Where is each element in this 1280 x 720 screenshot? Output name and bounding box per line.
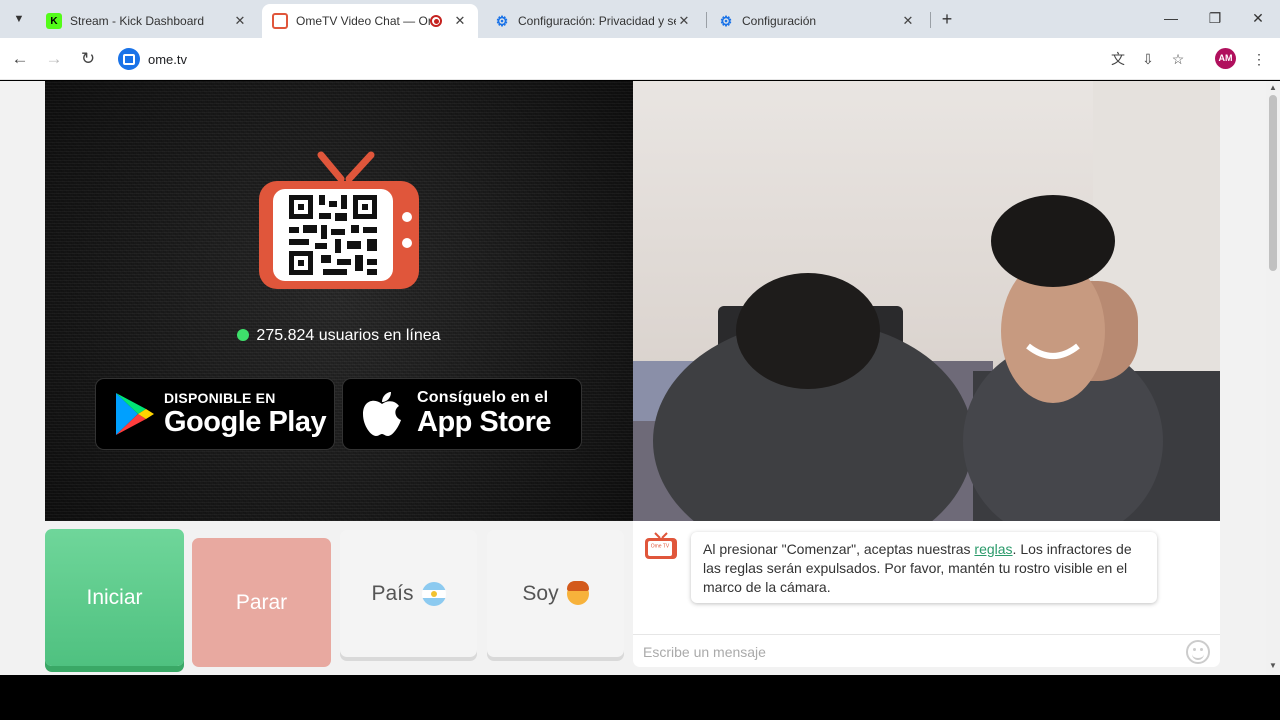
google-play-button[interactable]: DISPONIBLE EN Google Play bbox=[95, 378, 335, 450]
address-bar[interactable]: ome.tv bbox=[112, 44, 1092, 74]
scroll-up-arrow-icon[interactable]: ▲ bbox=[1268, 83, 1278, 92]
app-store-button[interactable]: Consíguelo en el App Store bbox=[342, 378, 582, 450]
stop-label: Parar bbox=[235, 590, 288, 614]
minimize-button[interactable]: — bbox=[1160, 8, 1182, 30]
reload-button[interactable]: ↻ bbox=[76, 47, 100, 71]
google-play-big-text: Google Play bbox=[164, 406, 327, 438]
tab-separator bbox=[706, 12, 707, 28]
notice-text-before: Al presionar "Comenzar", aceptas nuestra… bbox=[703, 541, 975, 557]
back-button[interactable]: ← bbox=[8, 47, 32, 71]
start-button[interactable]: Iniciar bbox=[45, 529, 184, 666]
stop-button[interactable]: Parar bbox=[192, 538, 331, 667]
google-play-small-text: DISPONIBLE EN bbox=[164, 390, 276, 406]
gender-label: Soy bbox=[522, 581, 559, 605]
forward-button[interactable]: → bbox=[42, 47, 66, 71]
app-store-big-text: App Store bbox=[417, 406, 552, 438]
start-label: Iniciar bbox=[86, 585, 143, 609]
gender-button[interactable]: Soy bbox=[487, 530, 624, 657]
site-info-icon[interactable] bbox=[118, 48, 140, 70]
country-button[interactable]: País bbox=[340, 530, 477, 657]
close-icon[interactable]: ✕ bbox=[232, 13, 248, 29]
settings-gear-icon: ⚙ bbox=[719, 12, 733, 29]
tab-kick-dashboard[interactable]: K Stream - Kick Dashboard ✕ bbox=[36, 4, 258, 38]
page-scrollbar[interactable]: ▲ ▼ bbox=[1266, 81, 1280, 675]
rules-notice-bubble: Al presionar "Comenzar", aceptas nuestra… bbox=[691, 532, 1157, 603]
letterbox-bar bbox=[0, 675, 1280, 720]
settings-gear-icon: ⚙ bbox=[495, 12, 509, 29]
webcam-feed-image bbox=[633, 81, 1220, 521]
kick-logo-icon: K bbox=[46, 13, 62, 29]
bookmark-star-icon[interactable]: ☆ bbox=[1166, 47, 1190, 71]
tab-search-button[interactable]: ▼ bbox=[8, 8, 30, 30]
boy-face-icon bbox=[566, 580, 589, 605]
online-count-text: 275.824 usuarios en línea bbox=[256, 327, 441, 344]
chat-divider bbox=[633, 634, 1220, 635]
close-window-button[interactable]: ✕ bbox=[1247, 8, 1269, 30]
recording-icon bbox=[430, 15, 442, 27]
apple-icon bbox=[363, 392, 401, 436]
tab-strip: ▼ K Stream - Kick Dashboard ✕ OmeTV Vide… bbox=[0, 0, 1280, 38]
country-label: País bbox=[371, 581, 414, 605]
tab-separator bbox=[930, 12, 931, 28]
ometv-logo-icon bbox=[272, 13, 288, 29]
page-content: 275.824 usuarios en línea DISPONIBLE EN … bbox=[0, 81, 1280, 675]
tab-ometv[interactable]: OmeTV Video Chat — Ome ✕ bbox=[262, 4, 478, 38]
emoji-smiley-icon[interactable] bbox=[1186, 640, 1210, 664]
ometv-chat-logo-icon: Ome TV bbox=[645, 532, 677, 559]
tab-settings[interactable]: ⚙ Configuración ✕ bbox=[708, 4, 926, 38]
app-store-small-text: Consíguelo en el bbox=[417, 389, 549, 406]
static-noise bbox=[45, 81, 633, 521]
close-icon[interactable]: ✕ bbox=[452, 13, 468, 29]
more-menu-icon[interactable]: ⋮ bbox=[1247, 47, 1271, 71]
install-app-icon[interactable]: ⇩ bbox=[1136, 47, 1160, 71]
google-play-icon bbox=[116, 393, 154, 435]
tab-title: Stream - Kick Dashboard bbox=[70, 14, 205, 28]
ometv-qr-tv-logo bbox=[259, 151, 419, 289]
tab-title: Configuración bbox=[742, 14, 817, 28]
scroll-down-arrow-icon[interactable]: ▼ bbox=[1268, 661, 1278, 670]
close-icon[interactable]: ✕ bbox=[900, 13, 916, 29]
tab-privacy-settings[interactable]: ⚙ Configuración: Privacidad y seg ✕ bbox=[484, 4, 702, 38]
new-tab-button[interactable]: + bbox=[936, 9, 958, 31]
restore-button[interactable]: ❐ bbox=[1204, 8, 1226, 30]
profile-avatar[interactable]: AM bbox=[1215, 48, 1236, 69]
chat-panel: Ome TV Al presionar "Comenzar", aceptas … bbox=[633, 521, 1220, 667]
stranger-video-panel: 275.824 usuarios en línea DISPONIBLE EN … bbox=[45, 81, 633, 521]
close-icon[interactable]: ✕ bbox=[676, 13, 692, 29]
rules-link[interactable]: reglas bbox=[974, 541, 1012, 557]
argentina-flag-icon bbox=[421, 581, 446, 606]
url-text: ome.tv bbox=[148, 51, 188, 67]
tab-title: OmeTV Video Chat — Ome bbox=[296, 14, 430, 28]
online-status-dot bbox=[237, 329, 250, 341]
scroll-thumb[interactable] bbox=[1269, 95, 1277, 271]
translate-icon[interactable]: 文 bbox=[1106, 47, 1130, 71]
browser-toolbar: ← → ↻ ome.tv 文 ⇩ ☆ AM ⋮ bbox=[0, 38, 1280, 80]
online-users-count: 275.824 usuarios en línea bbox=[45, 327, 633, 345]
message-input[interactable] bbox=[643, 641, 1173, 663]
tab-title: Configuración: Privacidad y seg bbox=[518, 14, 676, 28]
self-camera-panel bbox=[633, 81, 1220, 521]
chat-logo-text: Ome TV bbox=[651, 544, 670, 550]
